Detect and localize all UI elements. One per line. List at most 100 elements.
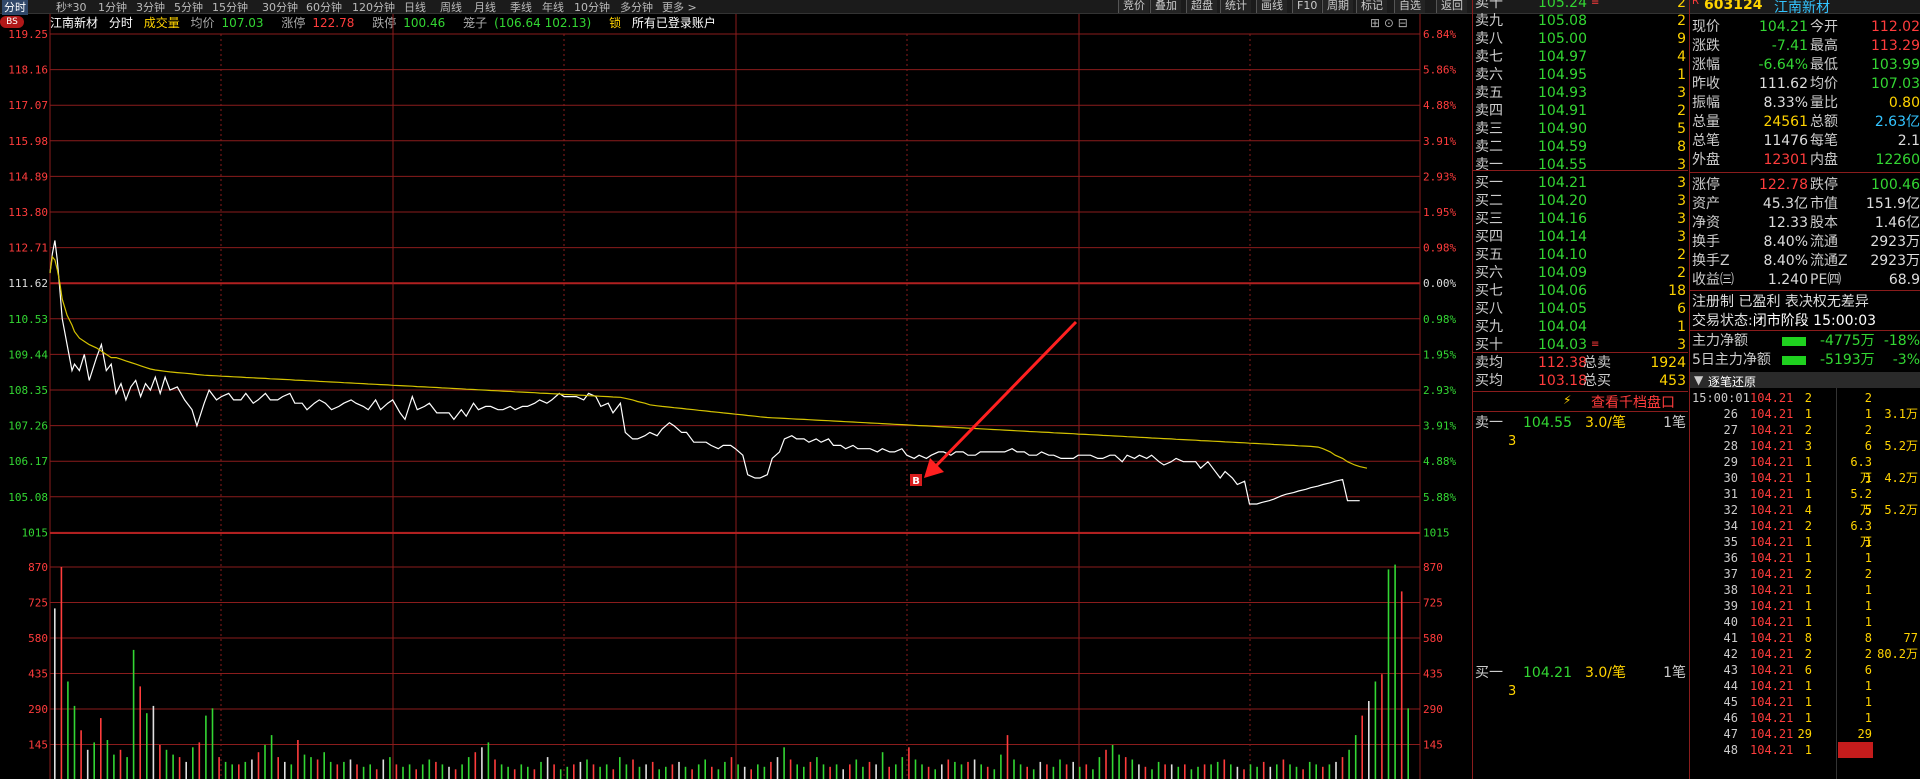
info-key: 总笔 [1692, 133, 1720, 149]
view-1000-depth-link[interactable]: 查看千档盘口 [1591, 392, 1675, 412]
volume-axis-label-right: 435 [1423, 668, 1443, 681]
trade-row[interactable]: 42 104.21 2 2 80.2万 [1690, 646, 1920, 662]
ask-price[interactable]: 104.90 [1523, 120, 1587, 138]
info-value: 24561 [1763, 114, 1808, 130]
trade-row[interactable]: 34 104.21 2 6.3万 [1690, 518, 1920, 549]
volume-bar [1085, 764, 1088, 779]
trade-volume: 1 [1804, 599, 1812, 613]
volume-bar [954, 761, 956, 779]
bid-row[interactable]: 买九 104.04 1 [1473, 318, 1688, 336]
volume-bar [1269, 766, 1272, 779]
bid-row[interactable]: 买一 104.21 3 [1473, 174, 1688, 192]
bid-row[interactable]: 买六 104.09 2 [1473, 264, 1688, 282]
stock-code: 603124 [1704, 0, 1763, 13]
list-icon[interactable]: ≡ [1591, 0, 1599, 12]
volume-bar [1262, 761, 1265, 779]
trade-row[interactable]: 45 104.21 1 1 [1690, 694, 1920, 710]
trade-amount: 3.1万 [1884, 407, 1918, 421]
ask-price[interactable]: 104.91 [1523, 102, 1587, 120]
ask-price[interactable]: 105.24 [1523, 0, 1587, 12]
info-key: 涨停 [1692, 177, 1720, 193]
volume-bar [1335, 761, 1337, 779]
volume-bar [809, 761, 812, 779]
ask-row[interactable]: 卖四 104.91 2 [1473, 102, 1688, 120]
trade-row[interactable]: 38 104.21 1 1 [1690, 582, 1920, 598]
bid-price[interactable]: 104.21 [1523, 174, 1587, 192]
ask-row[interactable]: 卖十 105.24 ≡ 2 [1473, 0, 1688, 12]
ask-price[interactable]: 104.93 [1523, 84, 1587, 102]
trade-row[interactable]: 36 104.21 1 1 [1690, 550, 1920, 566]
bid-price[interactable]: 104.14 [1523, 228, 1587, 246]
trade-price: 104.21 [1750, 711, 1794, 725]
info-value: 100.46 [1871, 177, 1920, 193]
trade-row[interactable]: 44 104.21 1 1 [1690, 678, 1920, 694]
ask-row[interactable]: 卖七 104.97 4 [1473, 48, 1688, 66]
ask-row[interactable]: 卖八 105.00 9 [1473, 30, 1688, 48]
avg-label: 买均 [1475, 373, 1503, 389]
ask-price[interactable]: 105.08 [1523, 12, 1587, 30]
sell1-detail-row[interactable]: 卖一 104.55 3.0/笔 1笔 [1473, 414, 1688, 432]
trade-row[interactable]: 27 104.21 2 2 [1690, 422, 1920, 438]
trade-price: 104.21 [1750, 663, 1794, 677]
bid-row[interactable]: 买七 104.06 18 [1473, 282, 1688, 300]
bid-price[interactable]: 104.09 [1523, 264, 1587, 282]
bid-price[interactable]: 104.05 [1523, 300, 1587, 318]
ask-row[interactable]: 卖二 104.59 8 [1473, 138, 1688, 156]
info-row: 收益㈢ 1.240 PE㈣ 68.9 [1690, 271, 1920, 290]
bid-price[interactable]: 104.06 [1523, 282, 1587, 300]
bid-row[interactable]: 买四 104.14 3 [1473, 228, 1688, 246]
trade-row[interactable]: 30 104.21 1 1 4.2万 [1690, 470, 1920, 486]
bid-price[interactable]: 104.10 [1523, 246, 1587, 264]
trade-row[interactable]: 32 104.21 4 5 5.2万 [1690, 502, 1920, 518]
bid-volume: 3 [1677, 175, 1686, 191]
ask-row[interactable]: 卖一 104.55 3 [1473, 156, 1688, 174]
trade-row[interactable]: 37 104.21 2 2 [1690, 566, 1920, 582]
bid-price[interactable]: 104.04 [1523, 318, 1587, 336]
trade-row[interactable]: 40 104.21 1 1 [1690, 614, 1920, 630]
volume-bar [960, 764, 963, 779]
trade-row[interactable]: 41 104.21 8 8 77 [1690, 630, 1920, 646]
trade-row[interactable]: 43 104.21 6 6 [1690, 662, 1920, 678]
trade-row[interactable]: 47 104.21 29 29 [1690, 726, 1920, 742]
info-key: 跌停 [1810, 177, 1838, 193]
ask-row[interactable]: 卖六 104.95 1 [1473, 66, 1688, 84]
trade-row[interactable]: 39 104.21 1 1 [1690, 598, 1920, 614]
volume-bar [1302, 769, 1304, 779]
trade-row[interactable]: 28 104.21 3 6 5.2万 [1690, 438, 1920, 454]
volume-bar [901, 757, 904, 779]
intraday-chart[interactable]: 119.25 6.84% 118.16 5.86% 117.07 4.88% 115.98 3… [0, 0, 1472, 779]
trade-row[interactable]: 15:00:01 104.21 2 2 [1690, 390, 1920, 406]
trade-row[interactable]: 26 104.21 1 1 3.1万 [1690, 406, 1920, 422]
ask-row[interactable]: 卖三 104.90 5 [1473, 120, 1688, 138]
trade-time: 30 [1723, 471, 1738, 485]
pct-axis-label: 1015 [1423, 526, 1450, 539]
trade-count: 1 [1864, 695, 1872, 709]
bid-row[interactable]: 买三 104.16 3 [1473, 210, 1688, 228]
ask-row[interactable]: 卖九 105.08 2 [1473, 12, 1688, 30]
ask-price[interactable]: 104.59 [1523, 138, 1587, 156]
buy1-detail-row[interactable]: 买一 104.21 3.0/笔 1笔 [1473, 664, 1688, 682]
ask-price[interactable]: 104.55 [1523, 156, 1587, 174]
trade-row[interactable]: 35 104.21 1 1 [1690, 534, 1920, 550]
trade-row[interactable]: 48104.2111 [1690, 742, 1920, 758]
bid-row[interactable]: 买五 104.10 2 [1473, 246, 1688, 264]
volume-bar [1374, 681, 1377, 779]
volume-bar [113, 754, 115, 779]
trade-row[interactable]: 29 104.21 1 6.3万 [1690, 454, 1920, 485]
ask-price[interactable]: 104.97 [1523, 48, 1587, 66]
bid-row[interactable]: 买二 104.20 3 [1473, 192, 1688, 210]
trade-amount: 4.2万 [1884, 471, 1918, 485]
trade-row[interactable]: 31 104.21 1 5.2万 [1690, 486, 1920, 517]
ask-row[interactable]: 卖五 104.93 3 [1473, 84, 1688, 102]
bid-row[interactable]: 买八 104.05 6 [1473, 300, 1688, 318]
trade-row[interactable]: 46 104.21 1 1 [1690, 710, 1920, 726]
bid-price[interactable]: 104.20 [1523, 192, 1587, 210]
ask-price[interactable]: 105.00 [1523, 30, 1587, 48]
collapse-icon[interactable]: ▼ [1694, 373, 1703, 387]
ask-price[interactable]: 104.95 [1523, 66, 1587, 84]
trade-volume: 1 [1804, 471, 1812, 485]
flow-label: 5日主力净额 [1692, 352, 1771, 368]
bid-price[interactable]: 104.16 [1523, 210, 1587, 228]
volume-bar [1203, 764, 1206, 779]
volume-bar [737, 764, 739, 779]
